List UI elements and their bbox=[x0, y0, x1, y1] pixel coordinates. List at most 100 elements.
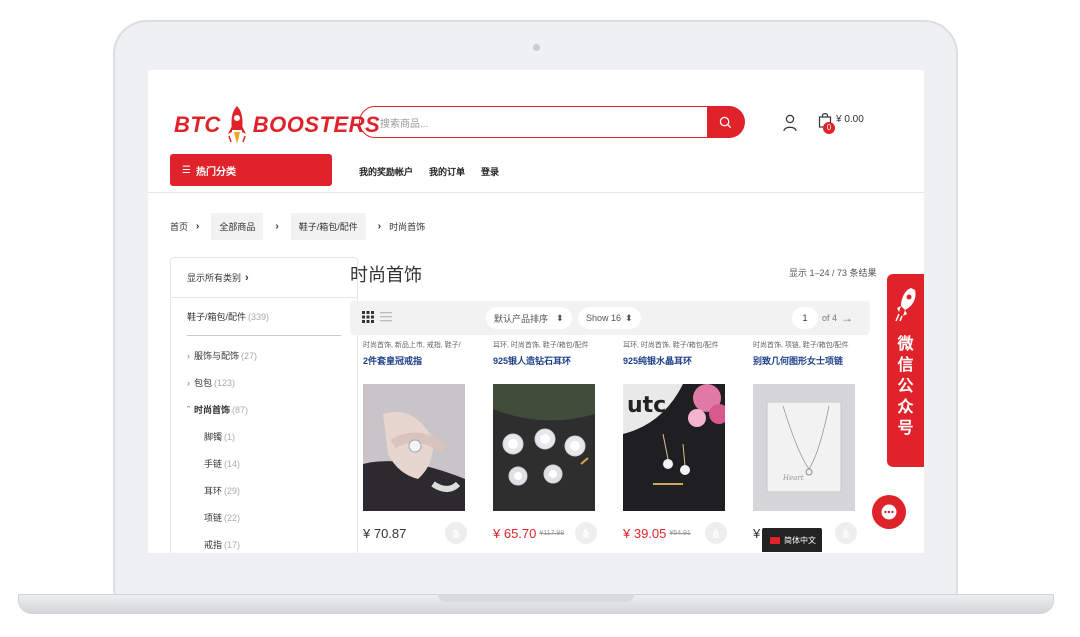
chat-icon bbox=[881, 504, 897, 520]
product-image-ring[interactable] bbox=[363, 384, 465, 511]
sidebar-item[interactable]: 项链 (22) bbox=[171, 504, 357, 531]
page-title: 时尚首饰 bbox=[350, 265, 422, 285]
search-bar[interactable]: 搜索商品... bbox=[359, 106, 745, 138]
product-card[interactable]: 耳环, 时尚首饰, 鞋子/箱包/配件 925银人造钻石耳环 ¥ 65.70 ¥1… bbox=[480, 340, 610, 545]
camera-dot bbox=[533, 44, 540, 51]
user-icon[interactable] bbox=[782, 114, 798, 132]
page-number-input[interactable]: 1 bbox=[792, 307, 818, 329]
product-sale-price: ¥ 65.70 bbox=[493, 525, 537, 541]
product-title[interactable]: 925银人造钻石耳环 bbox=[493, 354, 597, 378]
add-to-cart-button[interactable] bbox=[705, 522, 727, 544]
product-image-necklace[interactable]: Heart bbox=[753, 384, 855, 511]
product-card[interactable]: 耳环, 时尚首饰, 鞋子/箱包/配件 925纯银水晶耳环 utc ¥ 39.05 bbox=[610, 340, 740, 545]
breadcrumb-chevron-icon: › bbox=[377, 221, 382, 232]
top-nav: 我的奖励帐户 我的订单 登录 bbox=[359, 165, 499, 178]
categories-button[interactable]: ☰ 热门分类 bbox=[170, 154, 332, 186]
product-grid: 时尚首饰, 新品上市, 戒指, 鞋子/ 2件套皇冠戒指 ¥ 70.87 耳环, … bbox=[350, 340, 880, 545]
parent-count: (339) bbox=[248, 311, 270, 322]
product-categories[interactable]: 耳环, 时尚首饰, 鞋子/箱包/配件 bbox=[623, 340, 727, 354]
sidebar-item-count: (1) bbox=[224, 431, 236, 442]
add-to-cart-button[interactable] bbox=[835, 522, 857, 544]
nav-rewards-account[interactable]: 我的奖励帐户 bbox=[359, 165, 413, 178]
live-chat-button[interactable] bbox=[872, 495, 906, 529]
breadcrumb-home[interactable]: 首页 bbox=[170, 220, 188, 233]
sidebar-item-label: 耳环 bbox=[204, 486, 223, 496]
header-divider bbox=[148, 192, 924, 193]
sidebar-item-count: (27) bbox=[241, 350, 258, 361]
rocket-icon bbox=[227, 106, 246, 144]
sidebar-list: › 服饰与配饰 (27) › 包包 (123) ˆ 时尚首饰 (87) 脚镯 (1) 手链 (14) 耳环… bbox=[171, 336, 357, 553]
list-view-icon[interactable] bbox=[380, 311, 392, 323]
language-label: 简体中文 bbox=[784, 535, 816, 545]
breadcrumb-current: 时尚首饰 bbox=[389, 222, 426, 232]
wechat-official-account-tab[interactable]: 微信公众号 bbox=[887, 274, 924, 467]
pagination: 1 of 4 → bbox=[792, 307, 853, 329]
product-price: ¥ bbox=[753, 525, 761, 541]
sidebar-item[interactable]: 脚镯 (1) bbox=[171, 423, 357, 450]
grid-view-icon[interactable] bbox=[362, 311, 374, 323]
laptop-notch bbox=[438, 594, 634, 602]
cart-total: ¥ 0.00 bbox=[836, 114, 864, 125]
nav-login[interactable]: 登录 bbox=[481, 165, 499, 178]
search-input[interactable]: 搜索商品... bbox=[360, 115, 707, 130]
dropdown-arrow-icon: ⬍ bbox=[625, 312, 633, 323]
add-to-cart-button[interactable] bbox=[445, 522, 467, 544]
menu-icon: ☰ bbox=[182, 164, 191, 176]
nav-my-orders[interactable]: 我的订单 bbox=[429, 165, 465, 178]
shopping-bag-icon: 0 bbox=[818, 112, 835, 134]
sidebar-item-label: 包包 bbox=[194, 378, 213, 388]
product-title[interactable]: 925纯银水晶耳环 bbox=[623, 354, 727, 378]
product-title[interactable]: 别致几何图形女士项链 bbox=[753, 354, 857, 378]
sidebar-parent-category[interactable]: 鞋子/箱包/配件 (339) bbox=[187, 298, 341, 336]
hand-pointer-icon bbox=[713, 528, 719, 538]
sidebar-item-label: 项链 bbox=[204, 513, 223, 523]
hand-pointer-icon bbox=[843, 528, 849, 538]
logo-text-left: BTC bbox=[174, 112, 221, 137]
sort-dropdown[interactable]: 默认产品排序 ⬍ bbox=[486, 307, 572, 329]
search-button[interactable] bbox=[706, 106, 745, 138]
breadcrumb-all-products[interactable]: 全部商品 bbox=[211, 213, 264, 240]
sidebar-item-count: (87) bbox=[232, 404, 249, 415]
product-card[interactable]: 时尚首饰, 项链, 鞋子/箱包/配件 别致几何图形女士项链 Heart ¥ bbox=[740, 340, 870, 545]
sidebar-item-count: (29) bbox=[224, 485, 241, 496]
product-card[interactable]: 时尚首饰, 新品上市, 戒指, 鞋子/ 2件套皇冠戒指 ¥ 70.87 bbox=[350, 340, 480, 545]
add-to-cart-button[interactable] bbox=[575, 522, 597, 544]
product-price: ¥ 70.87 bbox=[363, 525, 407, 541]
product-image-crystal-earrings[interactable]: utc bbox=[623, 384, 725, 511]
chevron-right-icon: › bbox=[187, 350, 190, 361]
sidebar-item[interactable]: ˆ 时尚首饰 (87) bbox=[171, 396, 357, 423]
product-categories[interactable]: 耳环, 时尚首饰, 鞋子/箱包/配件 bbox=[493, 340, 597, 354]
show-all-categories[interactable]: 显示所有类别 › bbox=[171, 258, 357, 298]
sidebar-item[interactable]: 手链 (14) bbox=[171, 450, 357, 477]
product-image-earrings[interactable] bbox=[493, 384, 595, 511]
chevron-right-icon: › bbox=[187, 377, 190, 388]
product-categories[interactable]: 时尚首饰, 项链, 鞋子/箱包/配件 bbox=[753, 340, 857, 354]
product-title[interactable]: 2件套皇冠戒指 bbox=[363, 354, 467, 378]
breadcrumb-chevron-icon: › bbox=[275, 221, 279, 232]
sidebar-item-count: (22) bbox=[224, 512, 241, 523]
per-page-dropdown[interactable]: Show 16 ⬍ bbox=[578, 307, 641, 329]
product-old-price: ¥54.91 bbox=[669, 529, 691, 537]
sidebar-item-count: (123) bbox=[214, 377, 236, 388]
product-categories[interactable]: 时尚首饰, 新品上市, 戒指, 鞋子/ bbox=[363, 340, 467, 354]
svg-text:Heart: Heart bbox=[782, 474, 804, 482]
dropdown-arrow-icon: ⬍ bbox=[556, 312, 564, 323]
sidebar-item[interactable]: 耳环 (29) bbox=[171, 477, 357, 504]
screen: BTC BOOSTERS 搜索商品... 0 ¥ 0.00 ☰ 热门分类 我的奖… bbox=[148, 70, 924, 553]
sidebar-item-label: 手链 bbox=[204, 459, 223, 469]
page-total: of 4 bbox=[822, 313, 838, 323]
site-logo[interactable]: BTC BOOSTERS bbox=[174, 104, 380, 146]
sidebar-item-label: 服饰与配饰 bbox=[194, 351, 240, 361]
next-page-arrow-icon[interactable]: → bbox=[841, 311, 853, 325]
cart-button[interactable]: 0 ¥ 0.00 bbox=[818, 112, 864, 134]
chevron-up-icon: ˆ bbox=[187, 404, 190, 415]
sidebar-item[interactable]: › 包包 (123) bbox=[171, 369, 357, 396]
language-switcher[interactable]: 简体中文 bbox=[762, 528, 822, 552]
sidebar-item-count: (17) bbox=[224, 539, 241, 550]
sidebar-item[interactable]: 戒指 (17) bbox=[171, 531, 357, 553]
sort-label: 默认产品排序 bbox=[494, 313, 549, 324]
search-icon bbox=[719, 116, 732, 128]
rocket-icon bbox=[895, 288, 916, 322]
sidebar-item[interactable]: › 服饰与配饰 (27) bbox=[171, 342, 357, 369]
breadcrumb-shoes-bags[interactable]: 鞋子/箱包/配件 bbox=[290, 213, 366, 240]
